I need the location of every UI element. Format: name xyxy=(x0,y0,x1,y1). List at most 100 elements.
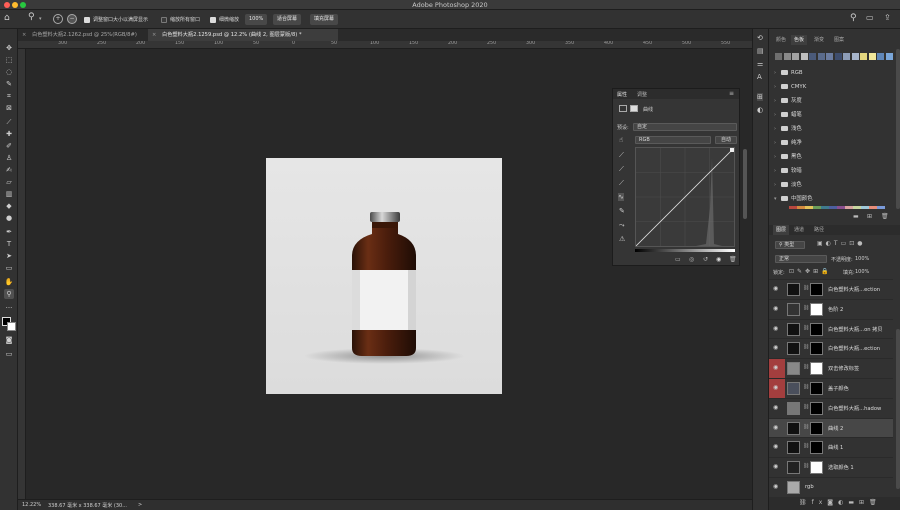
crop-tool-icon[interactable]: ⌗ xyxy=(4,91,14,101)
tab-document-1[interactable]: × 白色塑料大瓶2.1262.psd @ 25%(RGB/8#) xyxy=(18,29,148,41)
link-icon[interactable]: ⛓ xyxy=(803,384,809,390)
healing-tool-icon[interactable]: ✚ xyxy=(4,129,14,139)
swatch-group[interactable]: › 较暗 xyxy=(769,164,893,178)
status-menu-arrow[interactable]: > xyxy=(138,502,142,508)
layer-thumbnail[interactable] xyxy=(787,342,800,356)
layer-row[interactable]: ◉ ⛓ 选取颜色 1 xyxy=(769,457,894,478)
color-swatch[interactable] xyxy=(843,53,850,60)
channel-select[interactable]: RGB xyxy=(635,136,711,144)
workspace-icon[interactable]: ▭ xyxy=(866,13,874,22)
zoom-all-windows-checkbox[interactable] xyxy=(161,16,167,23)
tab-patterns[interactable]: 图案 xyxy=(831,35,847,45)
link-icon[interactable]: ⛓ xyxy=(803,344,809,350)
color-swatch[interactable] xyxy=(826,53,833,60)
frame-tool-icon[interactable]: ⊠ xyxy=(4,103,14,113)
eye-icon[interactable]: ◉ xyxy=(773,364,782,373)
color-swatch[interactable] xyxy=(860,53,867,60)
swatch-group[interactable]: › 蜡笔 xyxy=(769,108,893,122)
layer-mask-thumbnail[interactable] xyxy=(810,401,823,415)
zoom-level[interactable]: 12.22% xyxy=(22,502,41,508)
layer-actions-icons[interactable]: ⛓fx◙◐▬⊞🗑 xyxy=(799,499,882,506)
color-swatch[interactable] xyxy=(775,53,782,60)
chevron-icon[interactable]: › xyxy=(774,108,776,122)
black-point-eyedropper-icon[interactable]: ⟋ xyxy=(619,151,624,160)
tab-properties[interactable]: 属性 xyxy=(617,91,627,98)
type-tool-icon[interactable]: T xyxy=(4,239,14,249)
color-swatch[interactable] xyxy=(805,206,813,209)
fill-screen-button[interactable]: 填充屏幕 xyxy=(310,14,339,25)
home-icon[interactable]: ⌂ xyxy=(4,13,10,23)
swatches-scrollbar[interactable] xyxy=(896,49,900,209)
brush-tool-icon[interactable]: ✐ xyxy=(4,141,14,151)
eye-icon[interactable]: ◉ xyxy=(773,325,782,334)
layer-mask-thumbnail[interactable] xyxy=(810,441,823,455)
marquee-tool-icon[interactable]: ⬚ xyxy=(4,55,14,65)
layer-name[interactable]: 色阶 2 xyxy=(828,306,894,313)
on-image-adjust-icon[interactable]: ☝ xyxy=(619,136,623,144)
color-swatch[interactable] xyxy=(817,53,825,60)
layer-mask-thumbnail[interactable] xyxy=(810,283,823,296)
link-icon[interactable]: ⛓ xyxy=(803,325,809,331)
properties-panel-icon[interactable]: ⊞ xyxy=(757,93,763,101)
layer-thumbnail[interactable] xyxy=(787,481,800,494)
eye-icon[interactable]: ◉ xyxy=(773,404,782,413)
swatch-group[interactable]: › 纯净 xyxy=(769,136,893,150)
auto-button[interactable]: 自动 xyxy=(715,136,737,144)
chevron-icon[interactable]: ▾ xyxy=(774,192,777,206)
link-icon[interactable]: ⛓ xyxy=(803,305,809,311)
layer-row[interactable]: ◉ rgb xyxy=(769,477,893,497)
layer-thumbnail[interactable] xyxy=(787,322,800,336)
color-swatch[interactable] xyxy=(800,53,808,60)
share-icon[interactable]: ⇪ xyxy=(884,13,891,22)
tab-paths[interactable]: 路径 xyxy=(811,225,827,235)
eraser-tool-icon[interactable]: ▱ xyxy=(4,177,14,187)
layer-name[interactable]: 双击修改标签 xyxy=(828,365,894,372)
view-previous-icon[interactable]: ◎ xyxy=(689,256,694,263)
layer-row[interactable]: ◉ ⛓ 曲线 2 xyxy=(769,417,893,438)
tab-adjustments[interactable]: 调整 xyxy=(637,91,647,98)
color-swatch[interactable] xyxy=(821,206,829,209)
eye-icon[interactable]: ◉ xyxy=(773,483,782,492)
color-swatch[interactable] xyxy=(861,206,869,209)
scrubby-zoom-checkbox[interactable] xyxy=(210,16,216,23)
eyedropper-tool-icon[interactable]: ⟋ xyxy=(4,117,14,127)
color-swatch[interactable] xyxy=(885,53,893,60)
pencil-draw-icon[interactable]: ✎ xyxy=(619,207,625,215)
link-icon[interactable]: ⛓ xyxy=(803,443,809,449)
lasso-tool-icon[interactable]: ◌ xyxy=(4,67,14,77)
layer-mask-thumbnail[interactable] xyxy=(810,302,823,316)
close-tab-icon[interactable]: × xyxy=(22,29,26,41)
new-swatch-icon[interactable]: ⊞ xyxy=(867,213,872,220)
layer-row[interactable]: ◉ ⛓ 双击修改标签 xyxy=(769,358,894,379)
layer-row[interactable]: ◉ ⛓ 白色塑料大瓶...hadow xyxy=(769,397,894,418)
swatch-group[interactable]: › 黑色 xyxy=(769,150,893,164)
blur-tool-icon[interactable]: ◆ xyxy=(4,201,14,211)
layer-thumbnail[interactable] xyxy=(787,441,800,455)
eye-icon[interactable]: ◉ xyxy=(773,424,782,433)
layer-mask-thumbnail[interactable] xyxy=(810,421,823,435)
layer-name[interactable]: 白色塑料大瓶...ection xyxy=(828,286,894,293)
trash-icon[interactable]: 🗑 xyxy=(881,213,889,220)
layer-thumbnail[interactable] xyxy=(787,283,800,296)
layer-thumbnail[interactable] xyxy=(787,421,800,435)
chevron-icon[interactable]: › xyxy=(774,178,776,192)
move-tool-icon[interactable]: ✥ xyxy=(4,43,14,53)
color-swatch[interactable] xyxy=(809,53,816,60)
color-swatch[interactable] xyxy=(829,206,837,209)
zoom-tool-icon[interactable]: ⚲ xyxy=(4,289,14,299)
more-tools-icon[interactable]: ··· xyxy=(4,303,14,313)
visibility-icon[interactable]: ◉ xyxy=(716,256,721,263)
color-swatch[interactable] xyxy=(853,206,861,209)
chevron-icon[interactable]: › xyxy=(774,66,776,80)
layer-name[interactable]: 选取颜色 1 xyxy=(828,464,894,471)
new-group-icon[interactable]: ▬ xyxy=(853,213,859,220)
dodge-tool-icon[interactable]: ● xyxy=(4,213,14,223)
layer-name[interactable]: 白色塑料大瓶...hadow xyxy=(828,405,894,412)
pen-tool-icon[interactable]: ✒ xyxy=(4,227,14,237)
screen-mode-icon[interactable]: ▭ xyxy=(4,349,14,359)
swatch-group[interactable]: › 灰度 xyxy=(769,94,893,108)
layer-row[interactable]: ◉ ⛓ 白色塑料大瓶...ection xyxy=(769,338,893,359)
zoom-out-icon[interactable]: − xyxy=(67,14,77,24)
zoom-icon[interactable]: ⚲ xyxy=(28,12,35,22)
link-icon[interactable]: ⛓ xyxy=(803,285,809,291)
